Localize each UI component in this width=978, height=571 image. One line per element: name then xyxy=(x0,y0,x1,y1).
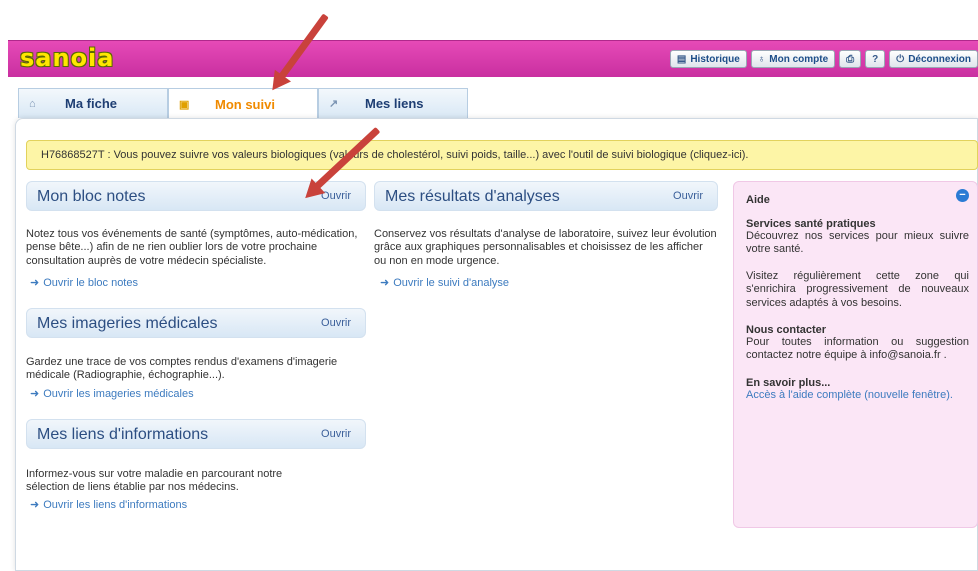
my-account-button[interactable]: ♁ Mon compte xyxy=(750,50,836,68)
help-heading-more: En savoir plus... xyxy=(746,376,831,389)
notes-icon: ▣ xyxy=(179,98,190,111)
open-resultats-button[interactable]: Ouvrir xyxy=(673,190,703,202)
open-imageries-button[interactable]: Ouvrir xyxy=(321,317,351,329)
arrow-right-icon: ➜ xyxy=(380,277,390,289)
top-navigation: ▤ Historique ♁ Mon compte ⎙ ? ⏻ Déconnex… xyxy=(669,50,978,68)
open-liens-link[interactable]: ➜ Ouvrir les liens d'informations xyxy=(30,498,187,511)
liens-header: Mes liens d'informations Ouvrir xyxy=(26,419,366,449)
history-button[interactable]: ▤ Historique xyxy=(669,50,747,68)
print-icon: ⎙ xyxy=(846,53,855,65)
full-help-link[interactable]: Accès à l'aide complète (nouvelle fenêtr… xyxy=(746,389,969,402)
section-title: Mes résultats d'analyses xyxy=(385,188,560,205)
home-icon: ⌂ xyxy=(29,97,36,110)
tab-label: Mes liens xyxy=(365,96,424,111)
arrow-right-icon: ➜ xyxy=(30,277,40,289)
link-label: Ouvrir les imageries médicales xyxy=(43,388,194,400)
resultats-header: Mes résultats d'analyses Ouvrir xyxy=(374,181,718,211)
open-bloc-notes-button[interactable]: Ouvrir xyxy=(321,190,351,202)
arrow-right-icon: ➜ xyxy=(30,388,40,400)
resultats-description: Conservez vos résultats d'analyse de lab… xyxy=(374,228,717,267)
help-text-visit: Visitez régulièrement cette zone qui s'e… xyxy=(746,269,969,309)
collapse-icon[interactable]: − xyxy=(956,189,969,202)
link-label: Ouvrir les liens d'informations xyxy=(43,499,188,511)
help-sidebar: Aide − Services santé pratiques Découvre… xyxy=(733,181,978,528)
section-title: Mes imageries médicales xyxy=(37,315,218,332)
help-text-contact: Pour toutes information ou suggestion co… xyxy=(746,336,969,362)
tab-mon-suivi[interactable]: ▣ Mon suivi xyxy=(168,88,318,119)
sanoia-logo[interactable]: sanoia xyxy=(20,44,114,72)
imageries-description: Gardez une trace de vos comptes rendus d… xyxy=(26,356,338,382)
my-account-label: Mon compte xyxy=(769,53,829,65)
bloc-notes-description: Notez tous vos événements de santé (symp… xyxy=(26,228,358,267)
open-liens-button[interactable]: Ouvrir xyxy=(321,428,351,440)
power-icon: ⏻ xyxy=(896,53,905,65)
link-label: Ouvrir le bloc notes xyxy=(43,277,138,289)
help-title: Aide xyxy=(746,194,770,206)
tab-label: Mon suivi xyxy=(215,96,275,112)
help-icon: ? xyxy=(872,53,879,65)
liens-description: Informez-vous sur votre maladie en parco… xyxy=(26,468,283,494)
logout-button[interactable]: ⏻ Déconnexion xyxy=(889,50,978,68)
user-icon: ♁ xyxy=(757,53,766,65)
link-label: Ouvrir le suivi d'analyse xyxy=(393,277,510,289)
help-heading-contact: Nous contacter xyxy=(746,324,827,337)
section-title: Mes liens d'informations xyxy=(37,426,209,443)
tab-label: Ma fiche xyxy=(65,96,118,111)
tab-mes-liens[interactable]: ↗ Mes liens xyxy=(318,88,468,118)
top-bar: sanoia ▤ Historique ♁ Mon compte ⎙ ? ⏻ D… xyxy=(8,40,978,77)
arrow-right-icon: ➜ xyxy=(30,499,40,511)
help-heading-services: Services santé pratiques xyxy=(746,218,876,230)
biological-tracking-notice[interactable]: H76868527T : Vous pouvez suivre vos vale… xyxy=(26,140,978,170)
history-icon: ▤ xyxy=(676,53,687,65)
open-resultats-link[interactable]: ➜ Ouvrir le suivi d'analyse xyxy=(380,276,509,289)
tab-ma-fiche[interactable]: ⌂ Ma fiche xyxy=(18,88,168,118)
imageries-header: Mes imageries médicales Ouvrir xyxy=(26,308,366,338)
history-label: Historique xyxy=(690,53,740,65)
open-imageries-link[interactable]: ➜ Ouvrir les imageries médicales xyxy=(30,387,194,400)
print-button[interactable]: ⎙ xyxy=(839,50,862,68)
logout-label: Déconnexion xyxy=(908,53,971,65)
main-tabs: ⌂ Ma fiche ▣ Mon suivi ↗ Mes liens xyxy=(18,88,468,119)
help-button[interactable]: ? xyxy=(865,50,886,68)
open-bloc-notes-link[interactable]: ➜ Ouvrir le bloc notes xyxy=(30,276,138,289)
external-link-icon: ↗ xyxy=(329,98,339,110)
help-text-services: Découvrez nos services pour mieux suivre… xyxy=(746,230,969,256)
section-title: Mon bloc notes xyxy=(37,188,146,205)
